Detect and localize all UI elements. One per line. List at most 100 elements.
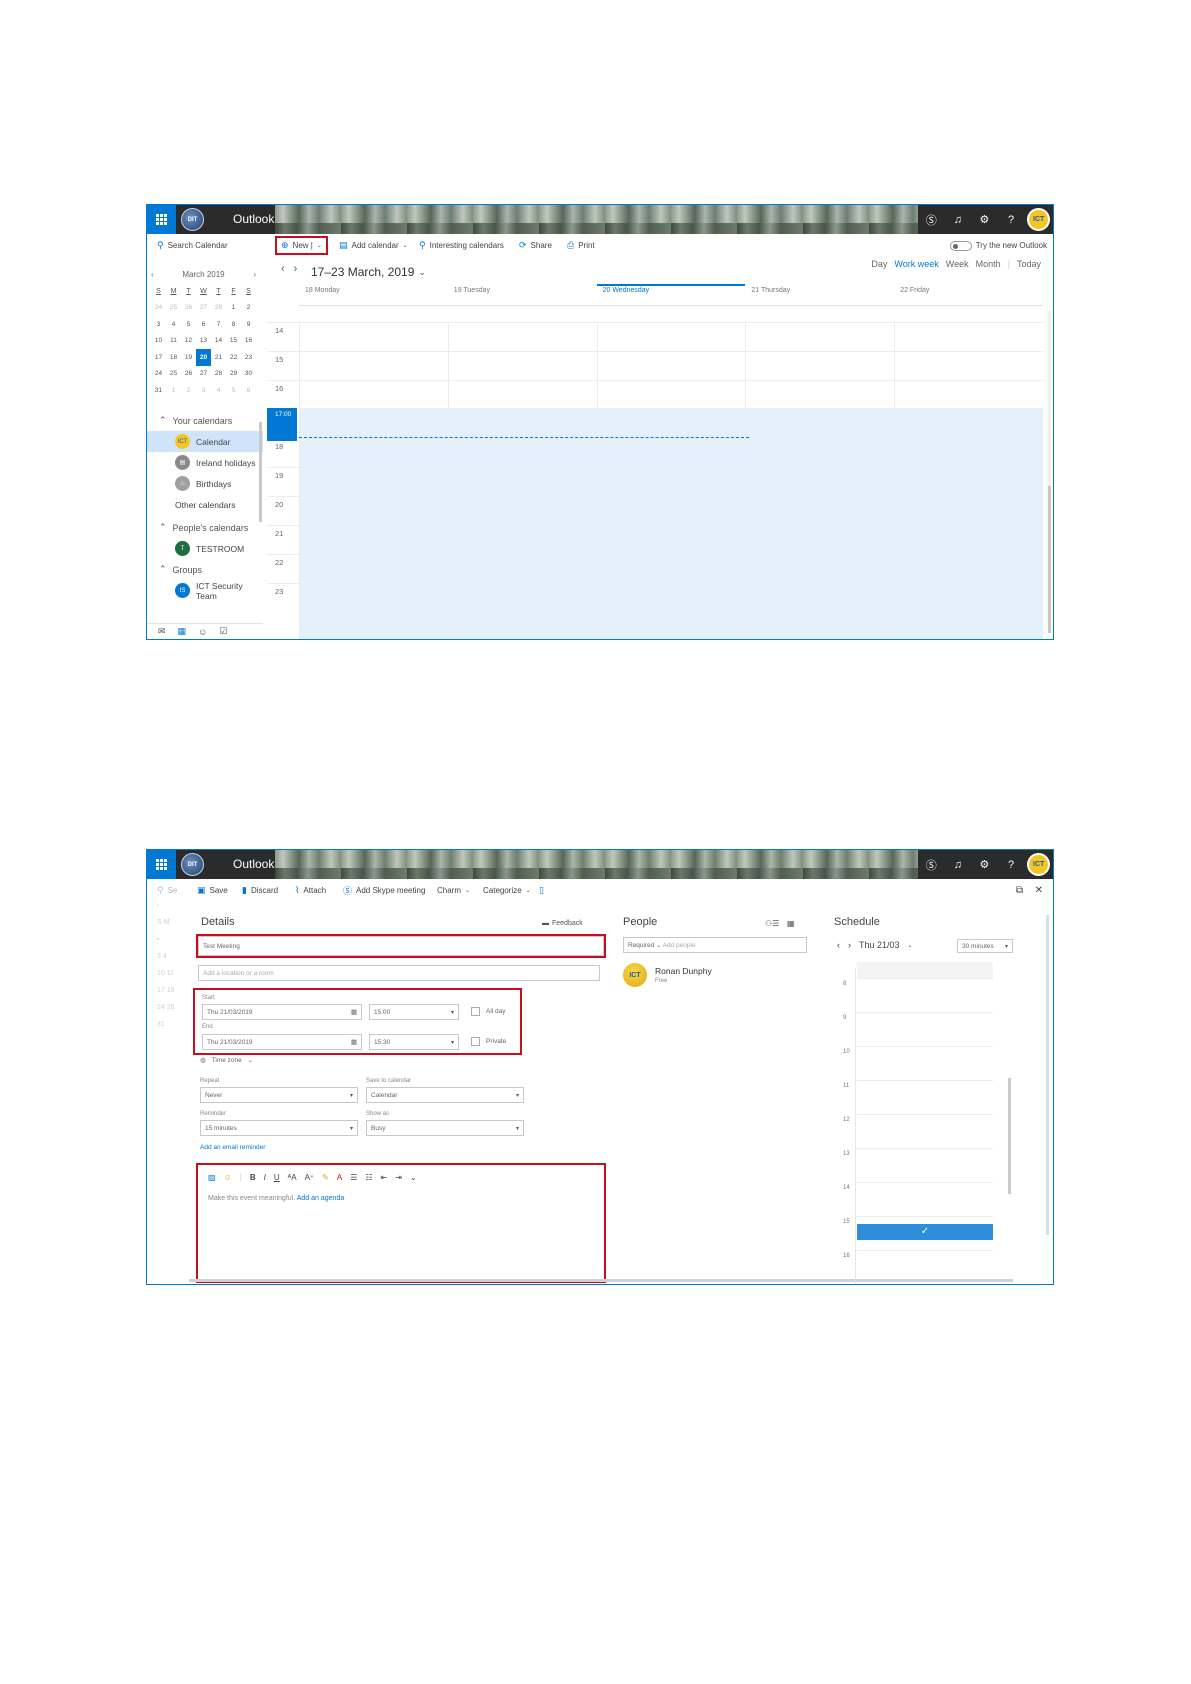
schedule-scrollbar[interactable] [1008,1078,1011,1194]
calendar-day[interactable]: 11 [166,333,181,350]
grow-font-icon[interactable]: A⁺ [305,1173,315,1182]
scheduling-assistant-icon[interactable]: ▦ [787,919,795,928]
calendar-day[interactable]: 28 [211,366,226,383]
calendar-picker-icon[interactable]: ▦ [351,1038,357,1046]
calendar-day[interactable]: 2 [241,300,256,317]
day-header[interactable]: 19 Tuesday [448,284,597,305]
show-as-dropdown[interactable]: Busy ▾ [366,1120,524,1136]
calendar-day[interactable]: 6 [241,382,256,399]
view-month-button[interactable]: Month [976,259,1001,269]
attendee-row[interactable]: ICT Ronan Dunphy Free [623,963,712,987]
form-scrollbar[interactable] [1046,915,1049,1235]
mail-icon[interactable]: ✉ [158,626,166,637]
calendar-day[interactable]: 4 [211,382,226,399]
bullet-list-icon[interactable]: ☰ [350,1173,357,1182]
more-options-chevron-icon[interactable]: ⌄ [410,1173,417,1182]
save-to-calendar-dropdown[interactable]: Calendar ▾ [366,1087,524,1103]
add-skype-meeting-button[interactable]: Ⓢ Add Skype meeting [343,884,425,897]
user-avatar[interactable]: ICT [1027,853,1050,876]
groups-section[interactable]: ⌃ Groups [147,559,263,580]
calendar-day[interactable]: 4 [166,316,181,333]
highlight-icon[interactable]: ✎ [322,1173,329,1182]
event-body-editor[interactable]: ▨ ☺ | B I U ᴬA A⁺ ✎ A ☰ ☷ ⇤ ⇥ ⌄ Make thi… [196,1163,606,1283]
charm-button[interactable]: Charm ⌄ [437,886,470,895]
calendar-day[interactable]: 13 [196,333,211,350]
calendar-day[interactable]: 14 [211,333,226,350]
save-button[interactable]: ▣ Save [197,885,228,896]
calendar-day[interactable]: 24 [151,366,166,383]
calendar-day[interactable]: 1 [226,300,241,317]
view-work-week-button[interactable]: Work week [894,259,938,269]
close-button[interactable]: ✕ [1035,885,1043,896]
help-icon[interactable]: ? [998,859,1025,871]
share-button[interactable]: ⟳ Share [519,240,552,251]
calendar-picker-icon[interactable]: ▦ [351,1008,357,1016]
calendar-day[interactable]: 10 [151,333,166,350]
add-people-input[interactable]: Required ⌄ Add people [623,937,807,953]
all-day-checkbox[interactable]: All day [471,1007,506,1016]
today-button[interactable]: Today [1017,259,1041,269]
private-checkbox[interactable]: Private [471,1037,506,1046]
calendar-day[interactable]: 1 [166,382,181,399]
your-calendars-section[interactable]: ⌃ Your calendars [147,410,263,431]
calendar-day-selected[interactable]: 20 [196,349,211,366]
calendar-day[interactable]: 25 [166,300,181,317]
end-date-input[interactable]: Thu 21/03/2019 ▦ [202,1034,362,1050]
day-header[interactable]: 22 Friday [894,284,1043,305]
calendar-day[interactable]: 27 [196,366,211,383]
repeat-dropdown[interactable]: Never ▾ [200,1087,358,1103]
reminder-dropdown[interactable]: 15 minutes ▾ [200,1120,358,1136]
app-launcher-button[interactable] [147,205,176,234]
calendar-day[interactable]: 6 [196,316,211,333]
calendar-day[interactable]: 17 [151,349,166,366]
calendar-day[interactable]: 28 [211,300,226,317]
increase-indent-icon[interactable]: ⇥ [395,1173,402,1182]
nav-scrollbar[interactable] [259,422,262,522]
people-icon[interactable]: ☺ [198,627,207,637]
week-navigation-arrows[interactable]: ‹› [281,263,306,275]
calendar-day[interactable]: 26 [181,300,196,317]
calendar-day[interactable]: 29 [226,366,241,383]
required-dropdown[interactable]: Required [628,942,654,949]
emoji-icon[interactable]: ☺ [224,1173,232,1182]
calendar-day[interactable]: 24 [151,300,166,317]
italic-icon[interactable]: I [264,1173,266,1182]
skype-icon[interactable]: Ⓢ [918,857,945,873]
location-input[interactable]: Add a location or a room [198,965,600,981]
calendar-day[interactable]: 5 [181,316,196,333]
bold-icon[interactable]: B [250,1173,256,1182]
calendar-day[interactable]: 21 [211,349,226,366]
calendar-day[interactable]: 15 [226,333,241,350]
search-stub[interactable]: ⚲ Se [157,885,177,896]
tasks-icon[interactable]: ☑ [219,626,227,637]
font-size-icon[interactable]: ᴬA [288,1173,297,1182]
help-icon[interactable]: ? [998,214,1025,226]
calendar-item-calendar[interactable]: ICT Calendar [147,431,263,452]
time-grid[interactable]: 14 15 16 18 19 20 21 22 23 17:00 [267,322,1043,639]
add-agenda-link[interactable]: Add an agenda [297,1195,345,1202]
underline-icon[interactable]: U [274,1173,280,1182]
view-day-button[interactable]: Day [871,259,887,269]
day-header-today[interactable]: 20 Wednesday [596,284,746,305]
start-date-input[interactable]: Thu 21/03/2019 ▦ [202,1004,362,1020]
new-event-button[interactable]: ⊕ New | ⌄ [275,236,328,255]
schedule-date[interactable]: Thu 21/03 [859,940,900,950]
calendar-day[interactable]: 30 [241,366,256,383]
other-calendars-section[interactable]: Other calendars [147,494,263,515]
numbered-list-icon[interactable]: ☷ [365,1173,372,1182]
calendar-day[interactable]: 9 [241,316,256,333]
calendar-day[interactable]: 23 [241,349,256,366]
calendar-day[interactable]: 25 [166,366,181,383]
calendar-day[interactable]: 3 [196,382,211,399]
calendar-item-ireland-holidays[interactable]: ▤ Ireland holidays [147,452,263,473]
user-avatar[interactable]: ICT [1027,208,1050,231]
notification-bell-icon[interactable]: ♫ [945,214,972,226]
event-title-input[interactable]: Test Meeting [196,934,606,958]
calendar-day[interactable]: 5 [226,382,241,399]
print-button[interactable]: ⎙ Print [567,240,595,251]
calendar-scrollbar[interactable] [1048,311,1051,633]
view-week-button[interactable]: Week [946,259,969,269]
calendar-item-testroom[interactable]: T TESTROOM [147,538,263,559]
next-day-button[interactable]: › [848,940,851,950]
feedback-button[interactable]: ▬ Feedback [542,920,583,927]
